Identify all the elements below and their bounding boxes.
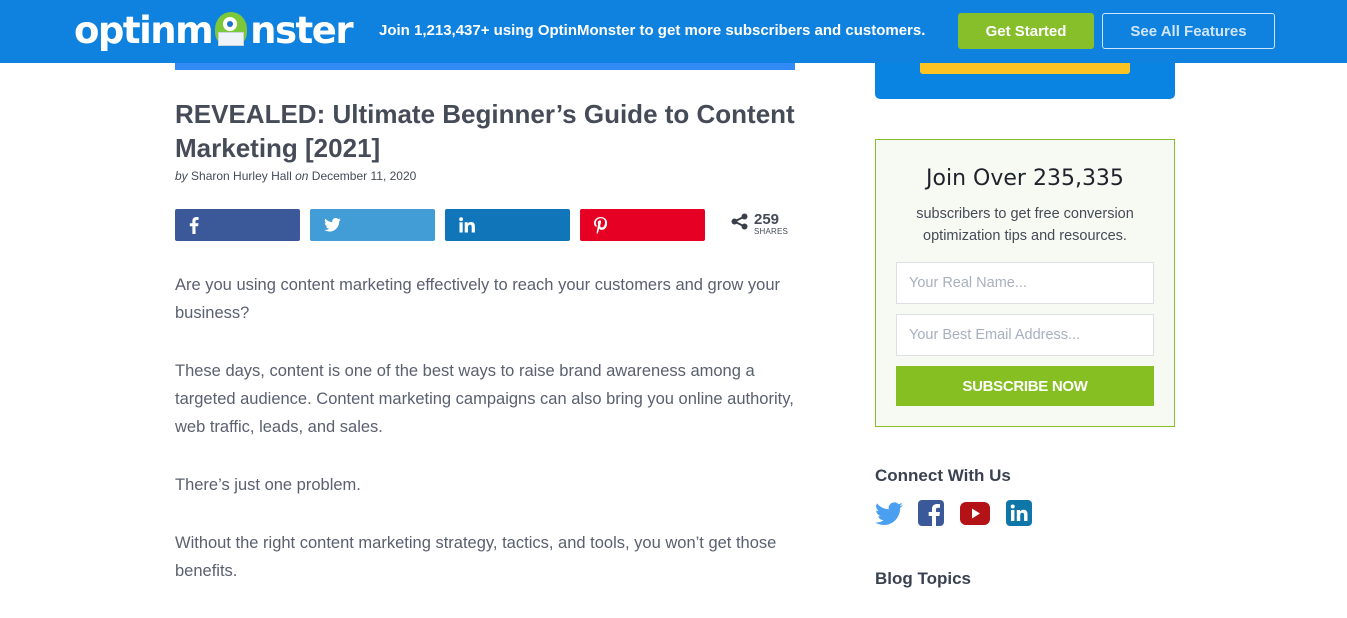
email-input[interactable] <box>896 314 1154 356</box>
linkedin-icon[interactable] <box>1006 500 1034 528</box>
linkedin-icon <box>459 217 475 233</box>
youtube-icon[interactable] <box>960 500 990 528</box>
monster-mascot-icon <box>211 10 251 50</box>
name-input[interactable] <box>896 262 1154 304</box>
facebook-icon[interactable] <box>918 500 946 528</box>
optinmonster-logo[interactable]: optinm nster <box>74 8 354 52</box>
see-all-features-button[interactable]: See All Features <box>1102 13 1275 49</box>
share-count-number: 259 <box>754 211 780 228</box>
share-linkedin-button[interactable] <box>445 209 570 241</box>
subscribe-now-button[interactable]: SUBSCRIBE NOW <box>896 366 1154 406</box>
share-twitter-button[interactable] <box>310 209 435 241</box>
share-pinterest-button[interactable] <box>580 209 705 241</box>
blog-topics-heading: Blog Topics <box>875 569 972 588</box>
article-paragraph: Without the right content marketing stra… <box>175 534 777 580</box>
share-count: 259 SHARES <box>731 212 788 236</box>
byline-date: December 11, 2020 <box>311 169 417 183</box>
facebook-icon <box>189 216 199 234</box>
share-facebook-button[interactable] <box>175 209 300 241</box>
optin-subtitle: subscribers to get free conversion optim… <box>916 206 1134 244</box>
article-paragraph: Are you using content marketing effectiv… <box>175 276 780 322</box>
logo-text-left: optinm <box>74 8 214 52</box>
byline-on: on <box>295 169 309 183</box>
article-byline: by Sharon Hurley Hall on December 11, 20… <box>175 169 416 183</box>
article-top-strip <box>175 63 795 70</box>
pinterest-icon <box>594 216 607 234</box>
twitter-icon[interactable] <box>875 500 903 528</box>
logo-text-right: nster <box>250 8 353 52</box>
article-paragraph: These days, content is one of the best w… <box>175 362 794 436</box>
optin-title: Join Over 235,335 <box>926 166 1124 191</box>
newsletter-optin-box: Join Over 235,335 subscribers to get fre… <box>875 139 1175 427</box>
byline-by: by <box>175 169 188 183</box>
connect-with-us-heading: Connect With Us <box>875 466 1011 485</box>
top-header-bar: optinm nster Join 1,213,437+ using Optin… <box>0 0 1347 63</box>
byline-author[interactable]: Sharon Hurley Hall <box>191 169 292 183</box>
share-icon <box>731 213 748 235</box>
share-count-label: SHARES <box>754 227 789 236</box>
get-started-button[interactable]: Get Started <box>958 13 1094 49</box>
header-tagline: Join 1,213,437+ using OptinMonster to ge… <box>379 22 926 39</box>
twitter-icon <box>324 218 341 232</box>
article-paragraph: There’s just one problem. <box>175 476 361 494</box>
article-title: REVEALED: Ultimate Beginner’s Guide to C… <box>175 99 795 163</box>
